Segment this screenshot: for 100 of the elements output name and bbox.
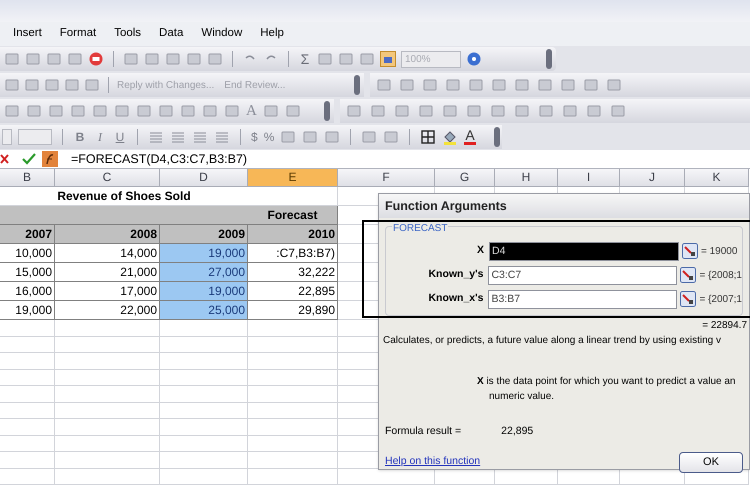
indent-icon[interactable] <box>361 129 378 145</box>
toolbar-icon[interactable] <box>186 51 202 67</box>
empty-cell[interactable] <box>248 402 338 419</box>
toolbar-icon[interactable] <box>92 103 108 119</box>
argument-field[interactable]: C3:C7 <box>488 266 678 284</box>
font-dropdown[interactable] <box>2 129 12 145</box>
empty-cell[interactable] <box>160 386 248 402</box>
toolbar-icon[interactable] <box>442 103 458 119</box>
column-header[interactable]: F <box>338 169 435 187</box>
column-header[interactable]: H <box>495 169 558 187</box>
empty-cell[interactable] <box>160 336 248 353</box>
toolbar-icon[interactable] <box>490 103 506 119</box>
font-color-button[interactable]: A <box>464 129 476 145</box>
empty-cell[interactable] <box>160 419 248 436</box>
toolbar-icon[interactable] <box>262 103 279 119</box>
collapse-dialog-icon[interactable] <box>680 267 696 283</box>
empty-cell[interactable] <box>0 320 55 336</box>
toolbar-icon[interactable] <box>84 77 100 93</box>
empty-cell[interactable] <box>55 468 160 485</box>
empty-cell[interactable] <box>0 402 55 419</box>
menu-item[interactable]: Window <box>200 25 244 43</box>
empty-cell[interactable] <box>55 386 160 402</box>
toolbar-grip[interactable] <box>354 75 360 95</box>
column-header[interactable]: K <box>685 169 749 187</box>
toolbar-icon[interactable] <box>136 103 152 119</box>
toolbar-icon[interactable] <box>610 103 626 119</box>
argument-field[interactable]: D4 <box>489 242 679 260</box>
empty-cell[interactable] <box>55 353 160 370</box>
empty-cell[interactable] <box>0 370 55 386</box>
column-header[interactable]: E <box>248 169 338 187</box>
toolbar-icon[interactable] <box>207 51 223 67</box>
toolbar-icon[interactable] <box>123 51 139 67</box>
menu-item[interactable]: Data <box>158 25 184 43</box>
toolbar-icon[interactable] <box>26 103 42 119</box>
ok-button[interactable]: OK <box>679 452 743 473</box>
toolbar-icon[interactable] <box>445 77 461 93</box>
empty-cell[interactable] <box>248 320 338 336</box>
empty-cell[interactable] <box>160 353 248 370</box>
toolbar-icon[interactable] <box>466 103 482 119</box>
toolbar-grip[interactable] <box>494 127 500 147</box>
empty-cell[interactable] <box>248 336 338 353</box>
insert-function-icon[interactable] <box>42 151 58 167</box>
fill-color-icon[interactable] <box>442 129 458 145</box>
empty-cell[interactable] <box>0 419 55 436</box>
toolbar-icon[interactable] <box>70 103 86 119</box>
menu-item[interactable]: Help <box>259 25 285 43</box>
toolbar-icon[interactable] <box>48 103 64 119</box>
indent-icon[interactable] <box>383 129 400 145</box>
toolbar-icon[interactable] <box>24 77 40 93</box>
toolbar-icon[interactable] <box>583 77 599 93</box>
menu-item[interactable]: Insert <box>12 25 43 43</box>
argument-field[interactable]: B3:B7 <box>488 290 678 308</box>
toolbar-icon[interactable] <box>370 103 386 119</box>
column-header[interactable]: I <box>558 169 620 187</box>
toolbar-icon[interactable] <box>537 77 553 93</box>
toolbar-icon[interactable] <box>399 77 415 93</box>
help-icon[interactable] <box>466 51 482 67</box>
toolbar-icon[interactable] <box>25 51 41 67</box>
empty-cell[interactable] <box>55 452 160 468</box>
empty-cell[interactable] <box>55 436 160 452</box>
empty-cell[interactable] <box>0 336 55 353</box>
check-icon[interactable] <box>21 151 37 167</box>
empty-cell[interactable] <box>160 370 248 386</box>
empty-cell[interactable] <box>248 452 338 468</box>
column-header[interactable]: C <box>55 169 160 187</box>
collapse-dialog-icon[interactable] <box>680 291 696 307</box>
toolbar-icon[interactable] <box>4 51 20 67</box>
toolbar-icon[interactable] <box>422 77 438 93</box>
size-dropdown[interactable] <box>18 129 52 145</box>
toolbar-icon[interactable] <box>359 51 375 67</box>
toolbar-icon[interactable] <box>324 129 340 145</box>
toolbar-icon[interactable] <box>280 129 296 145</box>
empty-cell[interactable] <box>55 336 160 353</box>
toolbar-icon[interactable] <box>317 51 333 67</box>
toolbar-icon[interactable] <box>284 103 301 119</box>
borders-icon[interactable] <box>420 129 436 145</box>
toolbar-icon[interactable] <box>338 51 354 67</box>
toolbar-icon[interactable] <box>514 103 530 119</box>
empty-cell[interactable] <box>160 402 248 419</box>
toolbar-icon[interactable] <box>202 103 218 119</box>
toolbar-icon[interactable] <box>376 77 392 93</box>
autosum-button[interactable]: Σ <box>298 48 312 70</box>
toolbar-icon[interactable] <box>394 103 410 119</box>
toolbar-icon[interactable] <box>4 77 20 93</box>
empty-cell[interactable] <box>55 320 160 336</box>
toolbar-icon[interactable] <box>180 103 196 119</box>
column-header[interactable]: G <box>435 169 495 187</box>
menu-item[interactable]: Tools <box>113 25 142 43</box>
collapse-dialog-icon[interactable] <box>682 243 698 259</box>
toolbar-icon[interactable] <box>491 77 507 93</box>
empty-cell[interactable] <box>55 370 160 386</box>
column-header[interactable]: J <box>620 169 685 187</box>
toolbar-icon[interactable] <box>586 103 602 119</box>
empty-cell[interactable] <box>248 370 338 386</box>
toolbar-icon[interactable] <box>158 103 174 119</box>
empty-cell[interactable] <box>248 419 338 436</box>
empty-cell[interactable] <box>160 468 248 485</box>
menu-item[interactable]: Format <box>58 25 98 43</box>
toolbar-grip[interactable] <box>324 101 330 121</box>
toolbar-icon[interactable] <box>418 103 434 119</box>
